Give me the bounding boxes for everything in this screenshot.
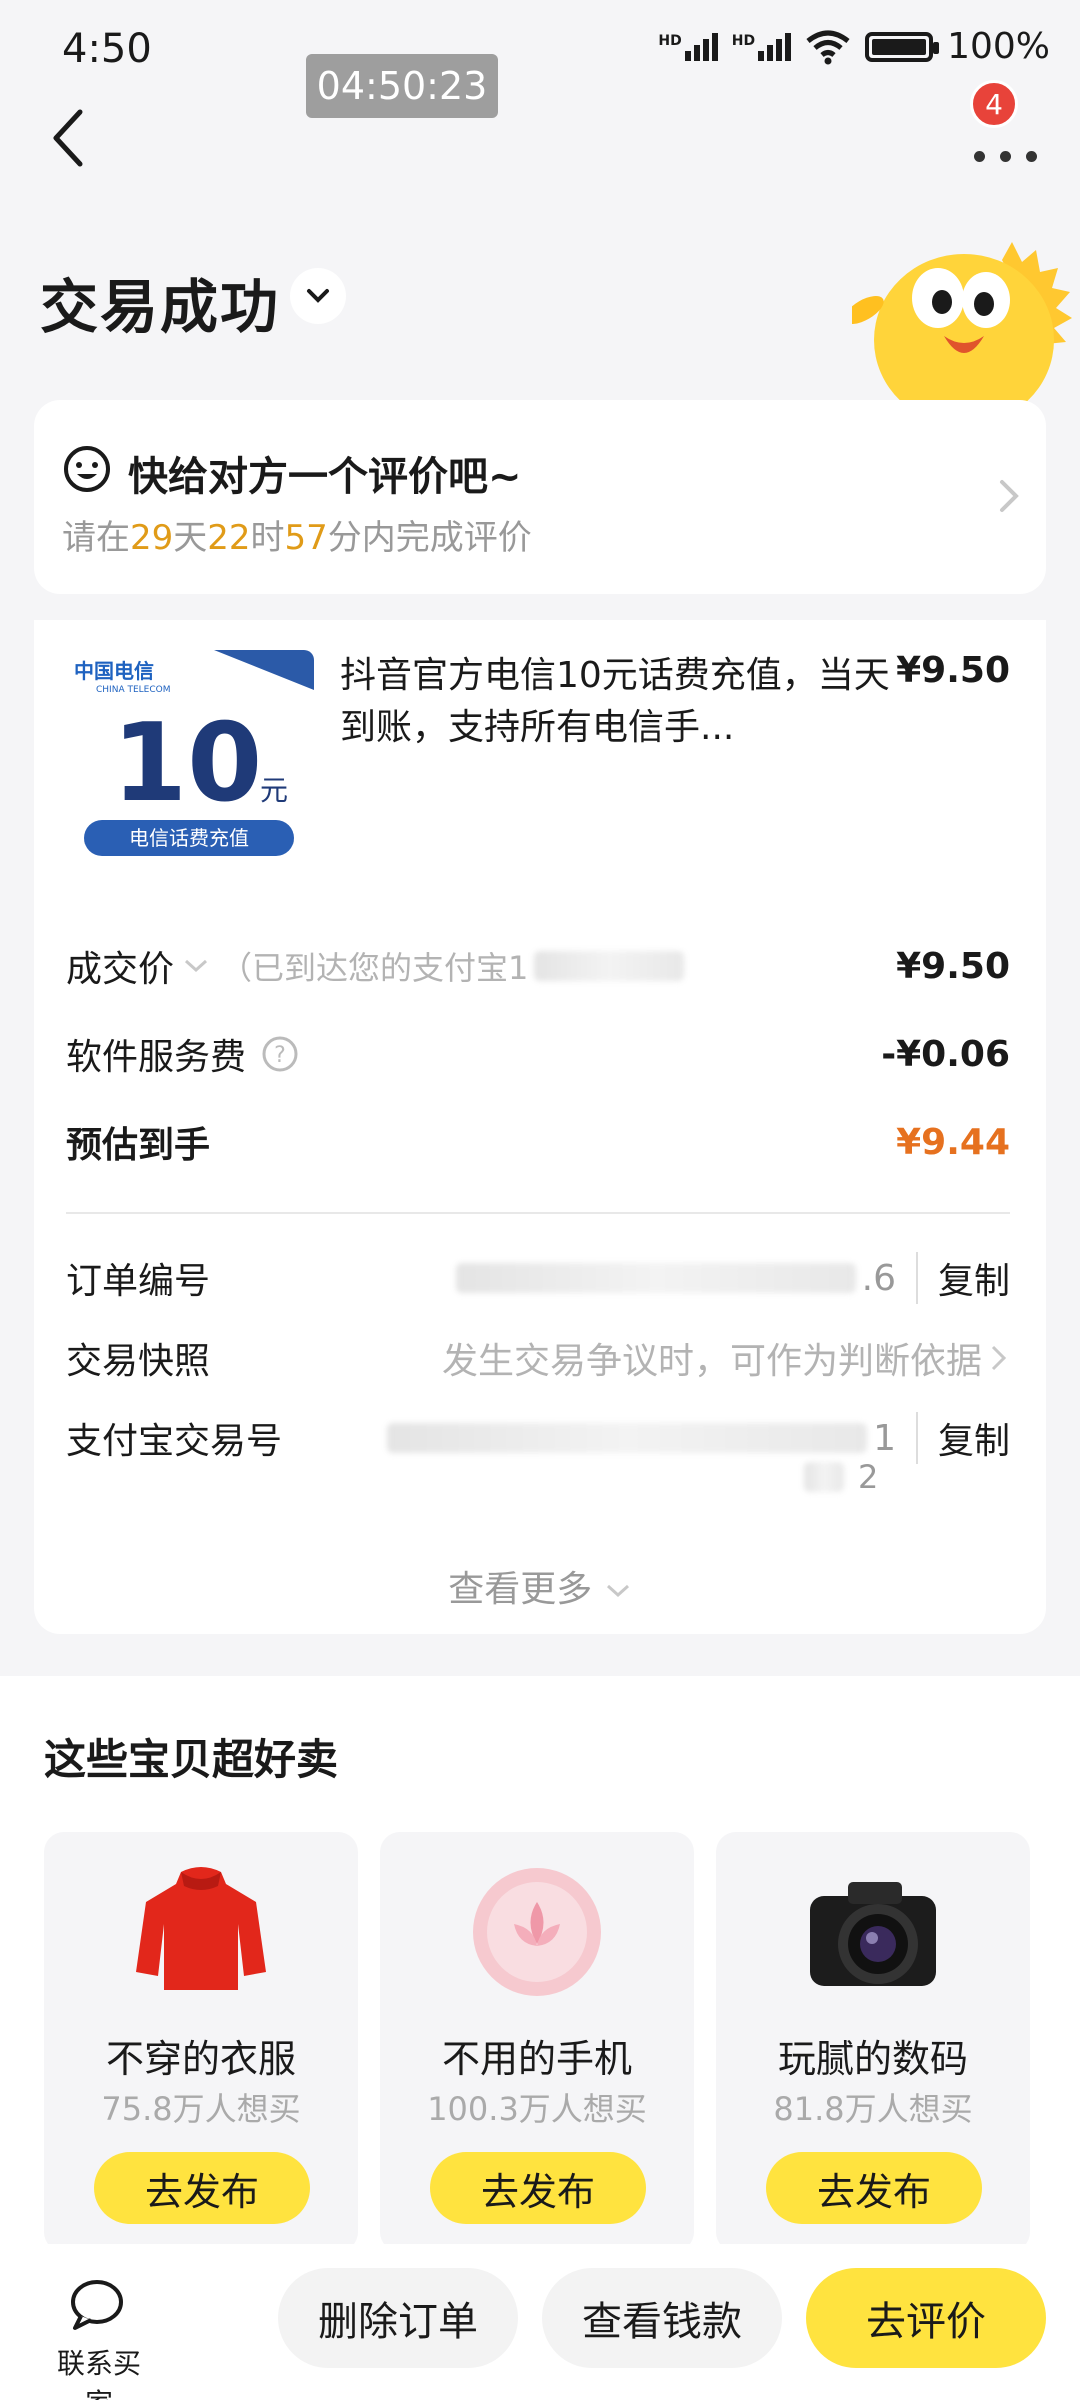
review-deadline: 请在29天22时57分内完成评价 xyxy=(62,518,532,558)
battery-level: 100% xyxy=(947,26,1050,67)
product-price: ¥9.50 xyxy=(896,650,1010,691)
rec-name: 玩腻的数码 xyxy=(777,2037,968,2081)
rec-count: 100.3万人想买 xyxy=(427,2090,647,2128)
chevron-right-icon xyxy=(991,1345,1007,1371)
review-prompt-card[interactable]: 快给对方一个评价吧~ 请在29天22时57分内完成评价 xyxy=(34,400,1046,594)
rec-count: 75.8万人想买 xyxy=(101,2090,301,2128)
status-bar: 4:50 04:50:23 HD HD 100% xyxy=(0,0,1080,118)
order-number-row: 订单编号 .6 复制 xyxy=(66,1250,1010,1306)
status-dropdown-toggle[interactable] xyxy=(290,268,346,324)
deal-price-note: （已到达您的支付宝1 xyxy=(220,949,529,987)
chevron-down-icon xyxy=(307,289,329,303)
publish-button[interactable]: 去发布 xyxy=(766,2152,982,2224)
order-number-label: 订单编号 xyxy=(66,1261,211,1302)
signal-icon: HD xyxy=(658,32,718,61)
contact-buyer-label: 联系买家 xyxy=(56,2347,141,2400)
recommendations-section: 这些宝贝超好卖 不穿的衣服 75.8万人想买 去发布 不用的手机 100.3万人… xyxy=(0,1676,1080,2266)
back-arrow-icon[interactable] xyxy=(40,98,120,178)
status-time: 4:50 xyxy=(62,26,152,72)
redacted-account xyxy=(534,951,685,981)
svg-text:元: 元 xyxy=(260,774,288,807)
contact-buyer-button[interactable]: 联系买家 xyxy=(44,2276,154,2400)
deal-price-label: 成交价 xyxy=(66,949,175,990)
estimated-income-row: 预估到手 ¥9.44 xyxy=(66,1114,1010,1170)
deal-price-row[interactable]: 成交价 （已到达您的支付宝1 ¥9.50 xyxy=(66,938,1010,994)
product-title[interactable]: 抖音官方电信10元话费充值，当天到账，支持所有电信手... xyxy=(340,650,900,754)
recommendations-title: 这些宝贝超好卖 xyxy=(44,1735,339,1784)
bottom-action-bar: 联系买家 删除订单 查看钱款 去评价 xyxy=(0,2244,1080,2400)
page-title: 交易成功 xyxy=(40,273,281,341)
estimated-income-value: ¥9.44 xyxy=(896,1121,1010,1163)
estimated-income-label: 预估到手 xyxy=(66,1125,211,1166)
wifi-icon xyxy=(806,30,850,64)
snapshot-label: 交易快照 xyxy=(66,1341,211,1382)
snapshot-row[interactable]: 交易快照 发生交易争议时，可作为判断依据 xyxy=(66,1330,1010,1386)
svg-text:10: 10 xyxy=(112,701,262,826)
battery-icon xyxy=(865,31,940,62)
chevron-down-icon xyxy=(606,1584,629,1598)
help-icon[interactable]: ? xyxy=(260,1034,300,1074)
write-review-button[interactable]: 去评价 xyxy=(806,2268,1046,2368)
svg-text:CHINA TELECOM: CHINA TELECOM xyxy=(96,685,170,695)
rec-card-digital[interactable]: 玩腻的数码 81.8万人想买 去发布 xyxy=(716,1832,1030,2252)
smile-face-icon xyxy=(64,446,110,492)
notification-badge: 4 xyxy=(970,80,1018,128)
svg-text:?: ? xyxy=(274,1043,286,1068)
review-prompt-title: 快给对方一个评价吧~ xyxy=(128,454,522,500)
redacted-alipay-number xyxy=(387,1423,868,1453)
redacted-order-number xyxy=(455,1263,856,1293)
rec-card-clothes[interactable]: 不穿的衣服 75.8万人想买 去发布 xyxy=(44,1832,358,2252)
view-money-button[interactable]: 查看钱款 xyxy=(542,2268,782,2368)
rec-count: 81.8万人想买 xyxy=(773,2090,973,2128)
delete-order-button[interactable]: 删除订单 xyxy=(278,2268,518,2368)
signal-icon-2: HD xyxy=(732,32,792,61)
camera-icon xyxy=(810,1882,936,1986)
publish-button[interactable]: 去发布 xyxy=(94,2152,310,2224)
status-icons: HD HD 100% xyxy=(658,26,1050,67)
sweater-icon xyxy=(136,1867,266,1990)
chevron-right-icon xyxy=(1000,480,1019,512)
service-fee-value: -¥0.06 xyxy=(881,1033,1010,1075)
publish-button[interactable]: 去发布 xyxy=(430,2152,646,2224)
rec-name: 不用的手机 xyxy=(441,2037,632,2081)
chevron-down-icon xyxy=(185,959,208,973)
product-image[interactable]: 中国电信 CHINA TELECOM 10 元 电信话费充值 xyxy=(64,650,314,886)
alipay-number-label: 支付宝交易号 xyxy=(66,1421,283,1462)
deal-price-value: ¥9.50 xyxy=(896,945,1010,987)
svg-text:电信话费充值: 电信话费充值 xyxy=(129,826,249,850)
alipay-number-tail: 1 xyxy=(873,1417,896,1459)
chat-bubble-icon xyxy=(71,2280,123,2330)
divider xyxy=(66,1212,1010,1214)
fish-mascot-icon xyxy=(852,242,1072,410)
see-more-button[interactable]: 查看更多 xyxy=(34,1560,1046,1612)
service-fee-row: 软件服务费 ? -¥0.06 xyxy=(66,1026,1010,1082)
copy-alipay-number-button[interactable]: 复制 xyxy=(915,1412,1010,1464)
phone-icon xyxy=(473,1868,601,1996)
service-fee-label: 软件服务费 xyxy=(66,1037,247,1078)
clock-overlay: 04:50:23 xyxy=(306,54,498,118)
rec-name: 不穿的衣服 xyxy=(105,2037,296,2081)
snapshot-value: 发生交易争议时，可作为判断依据 xyxy=(441,1341,982,1382)
alipay-number-line2: 2 xyxy=(804,1458,878,1496)
order-number-tail: .6 xyxy=(861,1257,896,1299)
rec-card-phone[interactable]: 不用的手机 100.3万人想买 去发布 xyxy=(380,1832,694,2252)
telecom-card-image: 中国电信 CHINA TELECOM 10 元 电信话费充值 xyxy=(64,650,314,886)
svg-text:中国电信: 中国电信 xyxy=(74,659,154,683)
order-detail-card: 中国电信 CHINA TELECOM 10 元 电信话费充值 抖音官方电信10元… xyxy=(34,620,1046,1634)
copy-order-number-button[interactable]: 复制 xyxy=(915,1252,1010,1304)
